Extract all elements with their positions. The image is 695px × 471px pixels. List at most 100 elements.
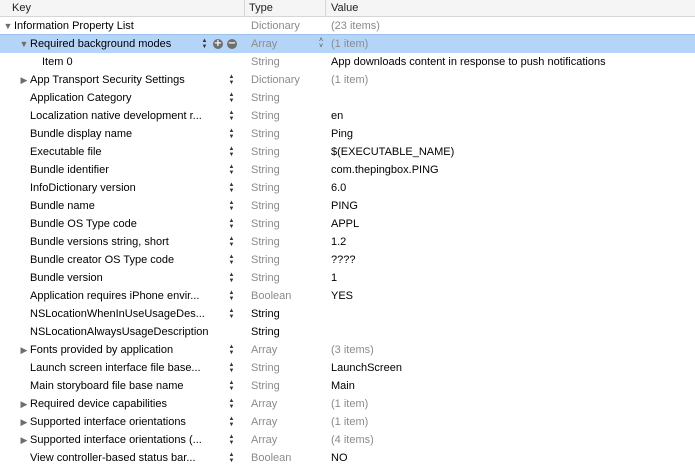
value-cell[interactable]: (23 items) (331, 17, 691, 35)
plist-row[interactable]: ▶ Supported interface orientations (... ▲ ▼… (0, 431, 695, 449)
plist-row[interactable]: Bundle OS Type code ▲ ▼ String APPL (0, 215, 695, 233)
type-cell[interactable]: String (251, 161, 321, 179)
value-cell[interactable]: Main (331, 377, 691, 395)
key-stepper-icon[interactable]: ▲ ▼ (228, 380, 235, 392)
plist-row[interactable]: Executable file ▲ ▼ String $(EXECUTABLE_NAME… (0, 143, 695, 161)
key-cell[interactable]: View controller-based status bar... (0, 449, 222, 467)
key-cell[interactable]: NSLocationAlwaysUsageDescription (0, 323, 222, 341)
key-stepper-icon[interactable]: ▲ ▼ (228, 272, 235, 284)
key-cell[interactable]: Bundle identifier (0, 161, 222, 179)
key-cell[interactable]: Bundle versions string, short (0, 233, 222, 251)
plist-row[interactable]: Application requires iPhone envir... ▲ ▼ Bo… (0, 287, 695, 305)
type-cell[interactable]: Array (251, 341, 321, 359)
type-cell[interactable]: String (251, 323, 321, 341)
type-cell[interactable]: Array (251, 431, 321, 449)
key-stepper-icon[interactable]: ▲ ▼ (228, 308, 235, 320)
key-stepper-icon[interactable]: ▲ ▼ (228, 92, 235, 104)
value-cell[interactable]: (3 items) (331, 341, 691, 359)
value-cell[interactable] (331, 89, 691, 107)
key-cell[interactable]: ▶ Supported interface orientations (... (0, 431, 222, 449)
type-cell[interactable]: Dictionary (251, 71, 321, 89)
key-cell[interactable]: NSLocationWhenInUseUsageDes... (0, 305, 222, 323)
plist-row[interactable]: InfoDictionary version ▲ ▼ String 6.0 (0, 179, 695, 197)
value-cell[interactable]: (1 item) (331, 413, 691, 431)
key-cell[interactable]: ▼ Required background modes (0, 35, 222, 53)
key-cell[interactable]: Application requires iPhone envir... (0, 287, 222, 305)
key-column-header[interactable]: Key (12, 0, 31, 16)
plist-row[interactable]: Application Category ▲ ▼ String (0, 89, 695, 107)
key-stepper-icon[interactable]: ▲ ▼ (228, 200, 235, 212)
key-cell[interactable]: Item 0 (0, 53, 222, 71)
plist-row[interactable]: Bundle creator OS Type code ▲ ▼ String???? (0, 251, 695, 269)
disclosure-closed-icon[interactable]: ▶ (19, 431, 29, 449)
disclosure-closed-icon[interactable]: ▶ (19, 413, 29, 431)
key-cell[interactable]: ▶ App Transport Security Settings (0, 71, 222, 89)
add-item-icon[interactable]: + (213, 39, 223, 49)
value-cell[interactable]: (4 items) (331, 431, 691, 449)
key-cell[interactable]: Executable file (0, 143, 222, 161)
value-cell[interactable]: App downloads content in response to pus… (331, 53, 691, 71)
key-cell[interactable]: ▼ Information Property List (0, 17, 222, 35)
type-cell[interactable]: Array (251, 413, 321, 431)
value-cell[interactable]: YES (331, 287, 691, 305)
type-cell[interactable]: String (251, 197, 321, 215)
key-stepper-icon[interactable]: ▲ ▼ (228, 290, 235, 302)
disclosure-closed-icon[interactable]: ▶ (19, 395, 29, 413)
value-cell[interactable]: Ping (331, 125, 691, 143)
key-cell[interactable]: ▶ Fonts provided by application (0, 341, 222, 359)
plist-row[interactable]: ▶ App Transport Security Settings ▲ ▼ Dictio… (0, 71, 695, 89)
plist-row[interactable]: Localization native development r... ▲ ▼ St… (0, 107, 695, 125)
key-cell[interactable]: Main storyboard file base name (0, 377, 222, 395)
value-cell[interactable]: 1 (331, 269, 691, 287)
plist-row[interactable]: ▶ Required device capabilities ▲ ▼ Array (1 i… (0, 395, 695, 413)
type-cell[interactable]: String (251, 125, 321, 143)
plist-row[interactable]: Main storyboard file base name ▲ ▼ String Ma… (0, 377, 695, 395)
value-cell[interactable]: com.thepingbox.PING (331, 161, 691, 179)
key-cell[interactable]: Bundle creator OS Type code (0, 251, 222, 269)
value-cell[interactable]: en (331, 107, 691, 125)
key-cell[interactable]: ▶ Supported interface orientations (0, 413, 222, 431)
value-cell[interactable]: 1.2 (331, 233, 691, 251)
type-cell[interactable]: Boolean (251, 449, 321, 467)
key-stepper-icon[interactable]: ▲ ▼ (228, 128, 235, 140)
value-cell[interactable]: (1 item) (331, 395, 691, 413)
type-cell[interactable]: String (251, 107, 321, 125)
type-cell[interactable]: String (251, 305, 321, 323)
key-stepper-icon[interactable]: ▲ ▼ (228, 344, 235, 356)
value-cell[interactable]: (1 item) (331, 71, 691, 89)
value-column-header[interactable]: Value (331, 0, 358, 16)
key-stepper-icon[interactable]: ▲ ▼ (228, 416, 235, 428)
type-popup-icon[interactable]: ˄ ˅ (316, 37, 326, 50)
key-stepper-icon[interactable]: ▲ ▼ (228, 110, 235, 122)
type-cell[interactable]: String (251, 215, 321, 233)
value-cell[interactable]: APPL (331, 215, 691, 233)
type-cell[interactable]: String (251, 377, 321, 395)
plist-row[interactable]: Launch screen interface file base... ▲ ▼ St… (0, 359, 695, 377)
key-stepper-icon[interactable]: ▲ ▼ (228, 236, 235, 248)
value-cell[interactable]: ???? (331, 251, 691, 269)
type-cell[interactable]: Array (251, 35, 321, 53)
key-stepper-icon[interactable]: ▲ ▼ (228, 146, 235, 158)
disclosure-open-icon[interactable]: ▼ (3, 17, 13, 35)
disclosure-open-icon[interactable]: ▼ (19, 35, 29, 53)
key-cell[interactable]: ▶ Required device capabilities (0, 395, 222, 413)
plist-row[interactable]: ▶ Fonts provided by application ▲ ▼ Array (3 … (0, 341, 695, 359)
key-cell[interactable]: Launch screen interface file base... (0, 359, 222, 377)
key-stepper-icon[interactable]: ▲ ▼ (228, 74, 235, 86)
key-stepper-icon[interactable]: ▲ ▼ (228, 164, 235, 176)
plist-row[interactable]: View controller-based status bar... ▲ ▼ Boo… (0, 449, 695, 467)
type-cell[interactable]: String (251, 233, 321, 251)
plist-row[interactable]: Bundle display name ▲ ▼ String Ping (0, 125, 695, 143)
key-stepper-icon[interactable]: ▲ ▼ (228, 452, 235, 464)
type-cell[interactable]: Array (251, 395, 321, 413)
value-cell[interactable] (331, 305, 691, 323)
plist-row[interactable]: Bundle versions string, short ▲ ▼ String 1.2 (0, 233, 695, 251)
key-cell[interactable]: InfoDictionary version (0, 179, 222, 197)
value-cell[interactable] (331, 323, 691, 341)
type-cell[interactable]: Dictionary (251, 17, 321, 35)
value-cell[interactable]: (1 item) (331, 35, 691, 53)
key-stepper-icon[interactable]: ▲ ▼ (228, 362, 235, 374)
key-cell[interactable]: Application Category (0, 89, 222, 107)
key-stepper-icon[interactable]: ▲ ▼ (228, 218, 235, 230)
plist-row[interactable]: ▶ Supported interface orientations ▲ ▼ Array… (0, 413, 695, 431)
